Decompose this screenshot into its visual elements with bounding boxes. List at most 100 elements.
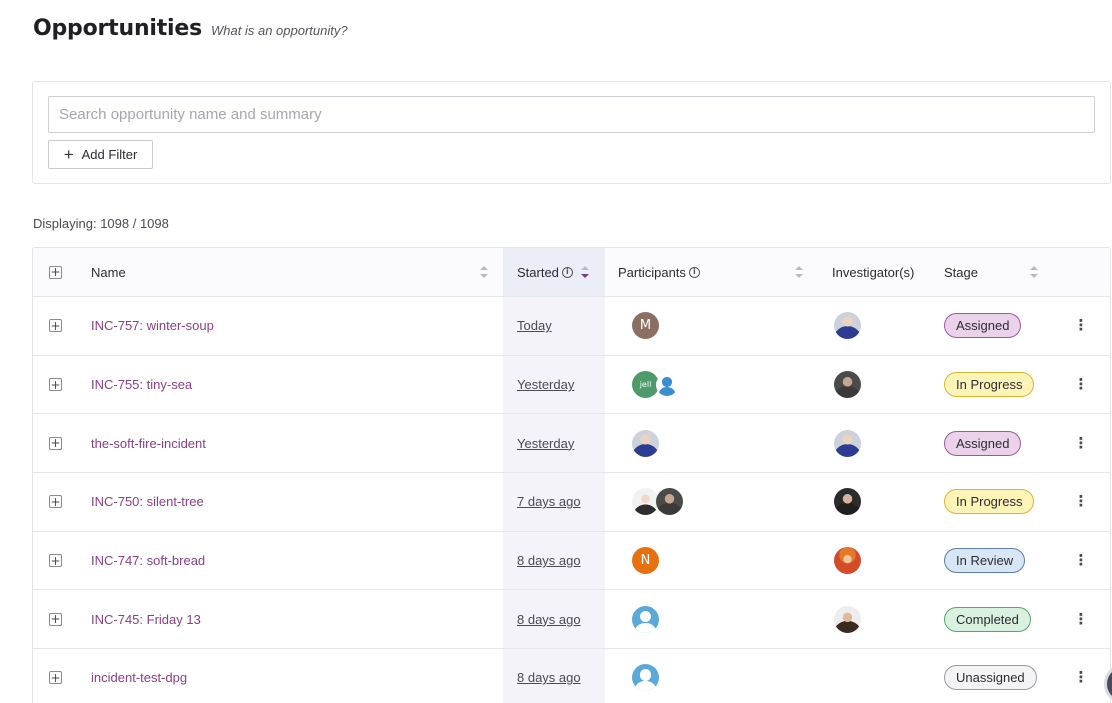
add-filter-label: Add Filter [81, 147, 138, 162]
opportunity-help-link[interactable]: What is an opportunity? [211, 23, 348, 38]
investigator-avatar[interactable] [834, 371, 861, 399]
started-cell: Today [503, 297, 605, 355]
table-row[interactable]: + INC-745: Friday 13 8 days ago Complete… [33, 590, 1110, 650]
expand-row-icon[interactable]: + [49, 319, 62, 333]
table-row[interactable]: + INC-750: silent-tree 7 days ago In Pro… [33, 473, 1110, 532]
user-icon [632, 606, 659, 633]
opportunity-name-link[interactable]: INC-750: silent-tree [91, 494, 204, 509]
kebab-menu-icon[interactable]: ⋮ [1074, 553, 1089, 568]
started-date-link[interactable]: 8 days ago [517, 612, 581, 627]
started-date-link[interactable]: Yesterday [517, 377, 574, 392]
opportunity-name-cell: incident-test-dpg [91, 649, 503, 703]
opportunity-name-cell: INC-757: winter-soup [91, 297, 503, 355]
stage-badge[interactable]: Completed [944, 606, 1031, 632]
row-actions-cell: ⋮ [1068, 532, 1094, 590]
opportunity-name-link[interactable]: incident-test-dpg [91, 670, 187, 685]
participants-cell [618, 414, 818, 472]
kebab-menu-icon[interactable]: ⋮ [1074, 377, 1089, 392]
info-circle-icon[interactable]: i [688, 266, 700, 278]
column-header-participants[interactable]: Participants i [618, 248, 818, 296]
opportunity-name-link[interactable]: the-soft-fire-incident [91, 436, 206, 451]
stage-cell: Assigned [944, 297, 1064, 355]
stage-badge[interactable]: In Progress [944, 372, 1035, 398]
investigator-avatar[interactable] [834, 488, 861, 516]
stage-cell: Completed [944, 590, 1064, 648]
row-actions-cell: ⋮ [1068, 590, 1094, 648]
column-header-name[interactable]: Name [91, 248, 503, 296]
kebab-menu-icon[interactable]: ⋮ [1074, 494, 1089, 509]
user-icon [656, 374, 678, 396]
investigators-cell [832, 473, 932, 531]
started-date-link[interactable]: Yesterday [517, 436, 574, 451]
started-date-link[interactable]: Today [517, 318, 552, 333]
participant-avatar[interactable] [656, 488, 683, 516]
investigator-avatar[interactable] [834, 429, 861, 457]
stage-cell: In Review [944, 532, 1064, 590]
opportunity-name-link[interactable]: INC-757: winter-soup [91, 318, 214, 333]
participants-cell [618, 649, 818, 703]
participants-cell: jell [618, 356, 818, 414]
opportunity-name-cell: INC-745: Friday 13 [91, 590, 503, 648]
avatar-initial: M [639, 318, 652, 334]
expand-row-icon[interactable]: + [49, 612, 62, 626]
stage-badge[interactable]: Unassigned [944, 665, 1037, 691]
stage-cell: Assigned [944, 414, 1064, 472]
expand-all-icon[interactable]: + [49, 265, 62, 279]
sort-arrows-icon[interactable] [1030, 266, 1038, 278]
opportunity-name-link[interactable]: INC-755: tiny-sea [91, 377, 192, 392]
table-row[interactable]: + INC-747: soft-bread 8 days ago N In Re… [33, 531, 1110, 591]
started-date-link[interactable]: 8 days ago [517, 553, 581, 568]
opportunity-name-link[interactable]: INC-745: Friday 13 [91, 612, 201, 627]
opportunity-name-link[interactable]: INC-747: soft-bread [91, 553, 205, 568]
stage-badge[interactable]: In Review [944, 548, 1026, 574]
participants-cell: N [618, 532, 818, 590]
participant-avatar[interactable] [632, 605, 659, 633]
expand-row-icon[interactable]: + [49, 495, 62, 509]
info-circle-icon[interactable]: i [561, 266, 573, 278]
sort-descending-icon[interactable] [581, 266, 589, 278]
participant-avatar[interactable]: M [632, 312, 659, 340]
avatar-initial: jell [639, 380, 652, 390]
table-row[interactable]: + the-soft-fire-incident Yesterday Assig… [33, 414, 1110, 474]
kebab-menu-icon[interactable]: ⋮ [1074, 435, 1089, 451]
investigators-cell [832, 297, 932, 355]
started-date-link[interactable]: 7 days ago [517, 494, 581, 509]
started-cell: 8 days ago [503, 649, 605, 703]
participant-avatar[interactable] [632, 664, 659, 692]
kebab-menu-icon[interactable]: ⋮ [1074, 670, 1089, 685]
kebab-menu-icon[interactable]: ⋮ [1074, 318, 1089, 333]
column-participants-label: Participants [618, 264, 686, 280]
participant-avatar[interactable] [656, 373, 678, 396]
search-input[interactable] [48, 96, 1095, 133]
add-filter-button[interactable]: + Add Filter [48, 140, 153, 169]
table-row[interactable]: + INC-757: winter-soup Today M Assigned … [33, 297, 1110, 356]
participant-avatar[interactable] [632, 488, 659, 516]
column-header-investigators[interactable]: Investigator(s) [832, 248, 932, 296]
investigator-avatar[interactable] [834, 312, 861, 340]
investigator-avatar[interactable] [834, 605, 861, 633]
row-actions-cell: ⋮ [1068, 356, 1094, 414]
investigator-avatar[interactable] [834, 547, 861, 575]
expand-cell: + [33, 649, 78, 703]
stage-badge[interactable]: Assigned [944, 430, 1022, 456]
sort-arrows-icon[interactable] [480, 266, 488, 278]
participant-avatar[interactable]: jell [632, 371, 659, 399]
expand-row-icon[interactable]: + [49, 436, 62, 450]
table-row[interactable]: + incident-test-dpg 8 days ago Unassigne… [33, 649, 1110, 703]
sort-arrows-icon[interactable] [795, 266, 803, 278]
started-date-link[interactable]: 8 days ago [517, 670, 581, 685]
column-investigators-label: Investigator(s) [832, 264, 915, 280]
participant-avatar[interactable]: N [632, 547, 659, 575]
column-header-stage[interactable]: Stage [944, 248, 1064, 296]
stage-badge[interactable]: In Progress [944, 489, 1035, 515]
table-row[interactable]: + INC-755: tiny-sea Yesterday jell In Pr… [33, 355, 1110, 415]
expand-row-icon[interactable]: + [49, 671, 62, 685]
kebab-menu-icon[interactable]: ⋮ [1074, 611, 1089, 627]
expand-row-icon[interactable]: + [49, 378, 62, 392]
expand-row-icon[interactable]: + [49, 554, 62, 568]
investigators-cell [832, 414, 932, 472]
stage-badge[interactable]: Assigned [944, 313, 1022, 339]
participant-avatar[interactable] [632, 429, 659, 457]
investigators-cell [832, 649, 932, 703]
column-header-started[interactable]: Started i [503, 248, 605, 296]
